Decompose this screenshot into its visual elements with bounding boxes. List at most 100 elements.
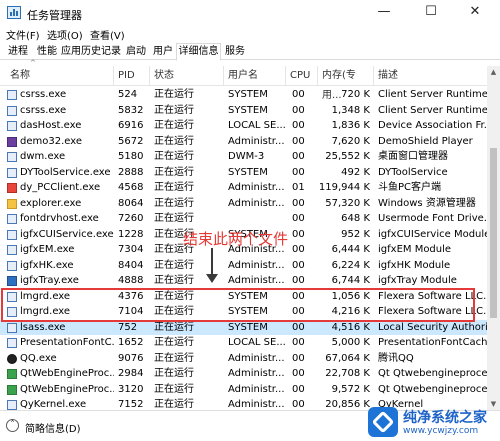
qq-icon bbox=[7, 353, 17, 364]
cell-name: igfxCUIService.exe bbox=[20, 228, 114, 240]
cell-status: 正在运行 bbox=[154, 383, 194, 395]
task-manager-icon bbox=[7, 6, 21, 19]
generic-icon bbox=[7, 105, 17, 116]
cell-name: csrss.exe bbox=[20, 89, 67, 100]
vertical-scrollbar[interactable]: ▲ ▼ bbox=[487, 66, 500, 410]
column-status[interactable]: 状态 bbox=[150, 66, 224, 86]
table-row[interactable]: explorer.exe 8064 正在运行 Administr... 00 57,320… bbox=[0, 196, 487, 212]
menu-bar: 文件(F) 选项(O) 查看(V) bbox=[0, 26, 500, 42]
generic-icon bbox=[7, 152, 17, 162]
cell-pid: 5180 bbox=[118, 151, 144, 162]
cell-name: explorer.exe bbox=[20, 197, 82, 209]
scroll-thumb[interactable] bbox=[490, 148, 497, 318]
cell-user: Administr... bbox=[228, 182, 285, 193]
fewer-details-link[interactable]: 简略信息(D) bbox=[25, 420, 81, 435]
column-pid[interactable]: PID bbox=[114, 66, 150, 86]
cell-status: 正在运行 bbox=[154, 399, 194, 410]
tab-users[interactable]: 用户 bbox=[150, 44, 176, 60]
cell-mem: 720 K bbox=[341, 89, 370, 100]
watermark-logo-icon bbox=[368, 407, 398, 437]
cell-pid: 8064 bbox=[118, 197, 144, 209]
cell-status: 正在运行 bbox=[154, 135, 194, 147]
table-row[interactable]: fontdrvhost.exe 7260 正在运行 00 648 K Usermode F… bbox=[0, 211, 487, 227]
arrow-down-icon bbox=[206, 274, 218, 283]
cell-desc: igfxCUIService Module bbox=[378, 228, 487, 240]
tab-startup[interactable]: 启动 bbox=[123, 44, 149, 60]
table-row[interactable]: csrss.exe 524 正在运行 SYSTEM 00 720 K Client Serv… bbox=[0, 87, 487, 103]
table-row[interactable]: igfxTray.exe 4888 正在运行 Administr... 00 6,744 … bbox=[0, 273, 487, 289]
cell-pid: 4568 bbox=[118, 182, 144, 193]
cell-desc: 斗鱼PC客户端 bbox=[378, 182, 442, 193]
chevron-up-icon[interactable]: ˄ bbox=[6, 419, 19, 432]
minimize-button[interactable]: — bbox=[367, 0, 401, 24]
tab-details[interactable]: 详细信息 bbox=[176, 43, 221, 61]
table-row[interactable]: dasHost.exe 6916 正在运行 LOCAL SE... 00 1,836 K D… bbox=[0, 118, 487, 134]
cell-cpu: 00 bbox=[292, 104, 305, 116]
cell-mem: 25,552 K bbox=[325, 151, 370, 162]
table-row[interactable]: dwm.exe 5180 正在运行 DWM-3 00 25,552 K 桌面窗口管理器 bbox=[0, 149, 487, 165]
watermark: 纯净系统之家 www.ycwjzy.com bbox=[368, 405, 496, 439]
table-header: 名称 PID 状态 用户名 CPU 内存(专用... 描述 bbox=[0, 66, 487, 101]
menu-view[interactable]: 查看(V) bbox=[90, 27, 125, 42]
table-row[interactable]: QtWebEngineProc... 3120 正在运行 Administr... 00… bbox=[0, 382, 487, 398]
cell-status: 正在运行 bbox=[154, 104, 194, 116]
maximize-button[interactable]: ☐ bbox=[414, 0, 448, 24]
cell-name: dasHost.exe bbox=[20, 120, 82, 131]
tab-services[interactable]: 服务 bbox=[222, 44, 248, 60]
tab-processes[interactable]: 进程 bbox=[4, 44, 32, 60]
cell-status: 正在运行 bbox=[154, 213, 194, 224]
cell-name: csrss.exe bbox=[20, 104, 67, 116]
cell-user: Administr... bbox=[228, 399, 285, 410]
cell-mem: 6,444 K bbox=[331, 244, 370, 255]
cell-status: 正在运行 bbox=[154, 182, 194, 193]
column-memory[interactable]: 内存(专用... bbox=[318, 66, 374, 101]
watermark-url: www.ycwjzy.com bbox=[403, 426, 479, 436]
table-row[interactable]: QQ.exe 9076 正在运行 Administr... 00 67,064 K 腾讯QQ bbox=[0, 351, 487, 367]
cell-status: 正在运行 bbox=[154, 259, 194, 271]
annotation-text: 结束此两个文件 bbox=[183, 230, 289, 248]
close-button[interactable]: ✕ bbox=[458, 0, 492, 24]
cell-name: igfxEM.exe bbox=[20, 244, 75, 255]
cell-desc: Usermode Font Drive... bbox=[378, 213, 487, 224]
cell-name: PresentationFontC... bbox=[20, 337, 114, 348]
cell-mem: 22,708 K bbox=[325, 368, 370, 379]
cell-desc: 腾讯QQ bbox=[378, 352, 414, 364]
cell-cpu: 00 bbox=[292, 166, 305, 178]
cell-user: Administr... bbox=[228, 259, 285, 271]
table-row[interactable]: DYToolService.exe 2888 正在运行 SYSTEM 00 492 K DY… bbox=[0, 165, 487, 181]
cell-pid: 7152 bbox=[118, 399, 144, 410]
table-row[interactable]: demo32.exe 5672 正在运行 Administr... 00 7,620 K D… bbox=[0, 134, 487, 150]
tab-performance[interactable]: 性能 bbox=[34, 44, 60, 60]
cell-status: 正在运行 bbox=[154, 120, 194, 131]
cell-pid: 2888 bbox=[118, 166, 144, 178]
table-row[interactable]: PresentationFontC... 1652 正在运行 LOCAL SE... 0… bbox=[0, 335, 487, 351]
scroll-up-icon[interactable]: ▲ bbox=[487, 66, 500, 78]
qt-icon bbox=[7, 384, 17, 395]
column-cpu[interactable]: CPU bbox=[286, 66, 318, 86]
tab-app-history[interactable]: 应用历史记录 bbox=[61, 44, 121, 60]
cell-cpu: 00 bbox=[292, 383, 305, 395]
cell-pid: 4888 bbox=[118, 275, 144, 286]
table-row[interactable]: igfxHK.exe 8404 正在运行 Administr... 00 6,224 K i… bbox=[0, 258, 487, 274]
generic-icon bbox=[7, 229, 17, 240]
red-highlight-box bbox=[1, 288, 475, 322]
cell-cpu: 00 bbox=[292, 89, 305, 100]
menu-options[interactable]: 选项(O) bbox=[47, 27, 83, 42]
column-user[interactable]: 用户名 bbox=[224, 66, 286, 86]
cell-mem: 5,000 K bbox=[331, 337, 370, 348]
cell-mem: 20,856 K bbox=[325, 399, 370, 410]
cell-pid: 7260 bbox=[118, 213, 144, 224]
cell-cpu: 00 bbox=[292, 213, 305, 224]
table-row[interactable]: dy_PCClient.exe 4568 正在运行 Administr... 01 119… bbox=[0, 180, 487, 196]
cell-cpu: 00 bbox=[292, 352, 305, 364]
cell-desc: DYToolService bbox=[378, 166, 448, 178]
menu-file[interactable]: 文件(F) bbox=[6, 27, 40, 42]
table-row[interactable]: csrss.exe 5832 正在运行 SYSTEM 00 1,348 K Client S… bbox=[0, 103, 487, 119]
table-row[interactable]: QtWebEngineProc... 2984 正在运行 Administr... 00… bbox=[0, 366, 487, 382]
column-description[interactable]: 描述 bbox=[374, 66, 487, 86]
column-name[interactable]: 名称 bbox=[6, 66, 114, 86]
cell-desc: Client Server Runtime ... bbox=[378, 104, 487, 116]
cell-name: fontdrvhost.exe bbox=[20, 213, 99, 224]
cell-name: dy_PCClient.exe bbox=[20, 182, 101, 193]
cell-user: Administr... bbox=[228, 368, 285, 379]
